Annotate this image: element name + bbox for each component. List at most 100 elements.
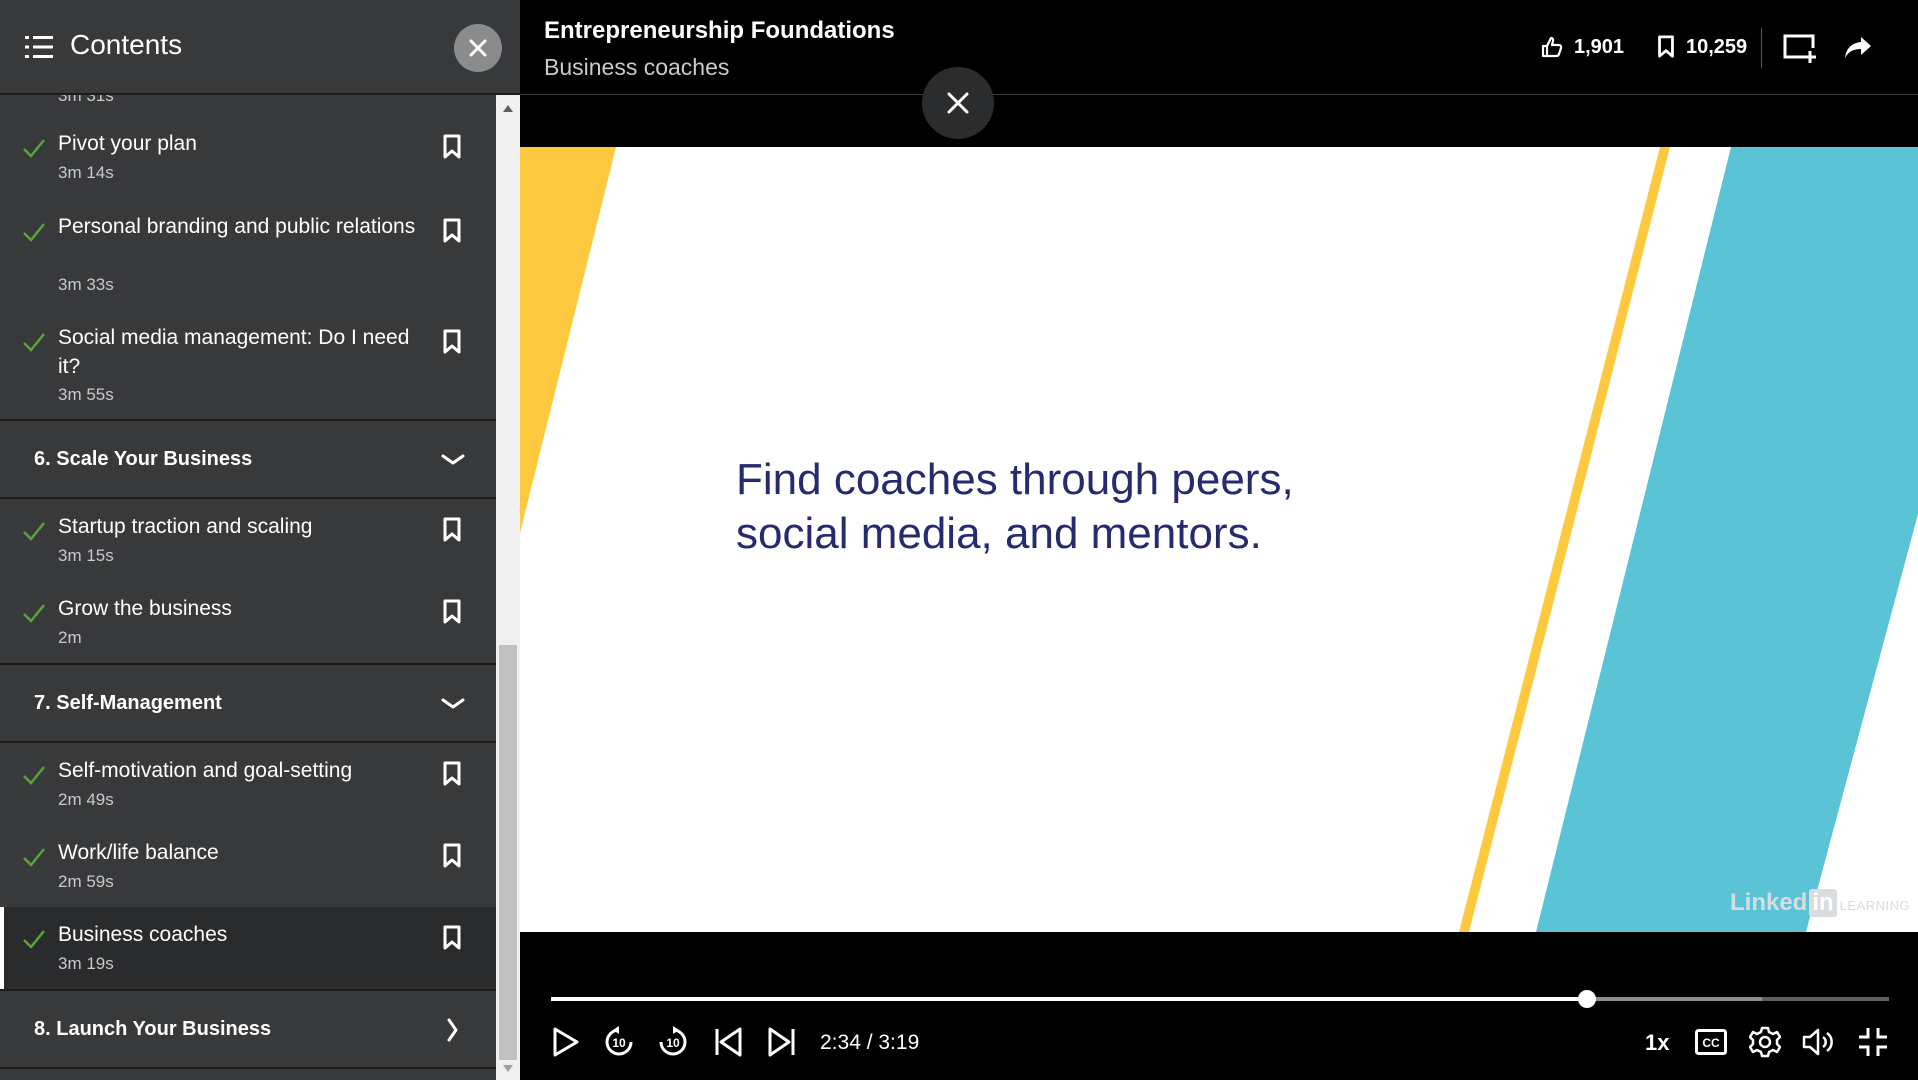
video-title: Business coaches bbox=[544, 54, 730, 80]
logo-in: in bbox=[1809, 889, 1837, 917]
toc-item-title: Social media management: Do I need it? bbox=[58, 326, 410, 378]
progress-bar[interactable] bbox=[551, 990, 1889, 1008]
settings-button[interactable] bbox=[1747, 1024, 1783, 1060]
toc-item-duration: 2m 49s bbox=[58, 790, 114, 809]
video-frame[interactable]: Find coaches through peers, social media… bbox=[520, 147, 1918, 932]
play-button[interactable] bbox=[548, 1024, 584, 1060]
captions-button[interactable]: CC bbox=[1693, 1024, 1729, 1060]
toc-item-duration: 2m bbox=[58, 628, 82, 647]
forward-10-button[interactable]: 10 bbox=[655, 1024, 691, 1060]
checkmark-icon bbox=[23, 930, 45, 949]
scrollbar-thumb[interactable] bbox=[499, 645, 517, 1060]
toc-item-partial[interactable]: 3m 31s bbox=[0, 95, 496, 116]
scroll-down-arrow[interactable] bbox=[503, 1065, 513, 1072]
checkmark-icon bbox=[23, 604, 45, 623]
skip-previous-icon bbox=[715, 1027, 742, 1057]
checkmark-icon bbox=[23, 223, 45, 242]
contents-sidebar: Contents 3m 31s Pivot your plan 3m 14s P… bbox=[0, 0, 520, 1080]
toc-item[interactable]: Personal branding and public relations 3… bbox=[0, 198, 496, 309]
sidebar-scrollbar[interactable] bbox=[496, 95, 520, 1080]
toc-item-title: Grow the business bbox=[58, 597, 232, 620]
section-header-6[interactable]: 6. Scale Your Business bbox=[0, 419, 496, 499]
bookmark-icon[interactable] bbox=[442, 134, 462, 160]
bookmark-icon[interactable] bbox=[442, 761, 462, 787]
slide-text: Find coaches through peers, social media… bbox=[736, 455, 1294, 558]
volume-button[interactable] bbox=[1801, 1024, 1837, 1060]
progress-handle[interactable] bbox=[1577, 990, 1596, 1008]
save-count: 10,259 bbox=[1686, 35, 1748, 58]
like-count: 1,901 bbox=[1574, 35, 1625, 58]
toc-item[interactable]: Work/life balance 2m 59s bbox=[0, 825, 496, 907]
header-divider bbox=[1761, 28, 1762, 68]
time-display: 2:34 / 3:19 bbox=[820, 1031, 920, 1054]
close-icon bbox=[947, 92, 969, 114]
scroll-up-arrow[interactable] bbox=[503, 105, 513, 112]
bookmark-icon[interactable] bbox=[442, 517, 462, 543]
toc-item-title: Startup traction and scaling bbox=[58, 515, 313, 538]
checkmark-icon bbox=[23, 766, 45, 785]
bookmark-icon[interactable] bbox=[442, 843, 462, 869]
progress-fill bbox=[551, 997, 1587, 1001]
section-title: 8. Launch Your Business bbox=[34, 1018, 272, 1040]
save-button[interactable]: 10,259 bbox=[1656, 32, 1747, 62]
toc-item[interactable]: Social media management: Do I need it? 3… bbox=[0, 309, 496, 419]
logo-learning: LEARNING bbox=[1839, 898, 1911, 913]
bookmark-icon[interactable] bbox=[442, 218, 462, 244]
chevron-right-icon bbox=[447, 1018, 458, 1042]
course-title[interactable]: Entrepreneurship Foundations bbox=[544, 17, 895, 45]
sidebar-header: Contents bbox=[0, 0, 520, 95]
toc-item-title: Work/life balance bbox=[58, 841, 219, 864]
toc-item[interactable]: Self-motivation and goal-setting 2m 49s bbox=[0, 743, 496, 825]
svg-text:10: 10 bbox=[612, 1036, 626, 1050]
toc-item-duration: 3m 55s bbox=[58, 385, 114, 404]
toc-item-title: Pivot your plan bbox=[58, 132, 197, 155]
bookmark-icon[interactable] bbox=[442, 599, 462, 625]
list-icon bbox=[25, 36, 53, 58]
previous-video-button[interactable] bbox=[710, 1024, 746, 1060]
toc-item[interactable]: Startup traction and scaling 3m 15s bbox=[0, 499, 496, 581]
bookmark-icon bbox=[1658, 35, 1674, 58]
table-of-contents[interactable]: 3m 31s Pivot your plan 3m 14s Personal b… bbox=[0, 95, 496, 1080]
next-video-button[interactable] bbox=[764, 1024, 800, 1060]
chevron-down-icon bbox=[441, 454, 465, 465]
checkmark-icon bbox=[23, 848, 45, 867]
thumbs-up-icon bbox=[1541, 36, 1563, 58]
linkedin-learning-logo: Linked in LEARNING bbox=[1730, 889, 1910, 917]
rewind-10-button[interactable]: 10 bbox=[601, 1024, 637, 1060]
toc-item-title: Self-motivation and goal-setting bbox=[58, 759, 353, 782]
chevron-down-icon bbox=[441, 698, 465, 709]
toc-item-duration: 3m 31s bbox=[58, 95, 114, 105]
toc-item-title: Personal branding and public relations bbox=[58, 215, 416, 238]
checkmark-icon bbox=[23, 333, 45, 352]
bookmark-icon[interactable] bbox=[442, 329, 462, 355]
close-icon bbox=[469, 39, 487, 57]
close-sidebar-button[interactable] bbox=[454, 24, 502, 72]
toc-item-duration: 3m 33s bbox=[58, 275, 114, 294]
section-header-8[interactable]: 8. Launch Your Business bbox=[0, 989, 496, 1069]
like-button[interactable]: 1,901 bbox=[1540, 32, 1624, 62]
forward-10-icon: 10 bbox=[659, 1026, 687, 1056]
toc-item[interactable]: Grow the business 2m bbox=[0, 581, 496, 663]
toc-item-duration: 3m 14s bbox=[58, 163, 114, 182]
toc-item[interactable]: Pivot your plan 3m 14s bbox=[0, 116, 496, 198]
skip-next-icon bbox=[768, 1027, 795, 1057]
checkmark-icon bbox=[23, 139, 45, 158]
share-button[interactable] bbox=[1840, 30, 1876, 66]
exit-fullscreen-button[interactable] bbox=[1855, 1024, 1891, 1060]
bookmark-icon[interactable] bbox=[442, 925, 462, 951]
toc-item-title: Business coaches bbox=[58, 923, 228, 946]
exit-fullscreen-icon bbox=[1859, 1028, 1887, 1056]
close-overlay-button[interactable] bbox=[922, 67, 994, 139]
add-to-collection-icon bbox=[1783, 34, 1816, 63]
add-to-collection-button[interactable] bbox=[1782, 30, 1818, 66]
gear-icon bbox=[1749, 1026, 1781, 1058]
toc-item-duration: 3m 15s bbox=[58, 546, 114, 565]
logo-linked: Linked bbox=[1730, 889, 1808, 916]
play-icon bbox=[553, 1027, 579, 1057]
checkmark-icon bbox=[23, 522, 45, 541]
toc-item-active[interactable]: Business coaches 3m 19s bbox=[0, 907, 496, 989]
rewind-10-icon: 10 bbox=[605, 1026, 633, 1056]
section-header-7[interactable]: 7. Self-Management bbox=[0, 663, 496, 743]
playback-speed-button[interactable]: 1x bbox=[1645, 1030, 1669, 1056]
toc-item-duration: 3m 19s bbox=[58, 954, 114, 973]
